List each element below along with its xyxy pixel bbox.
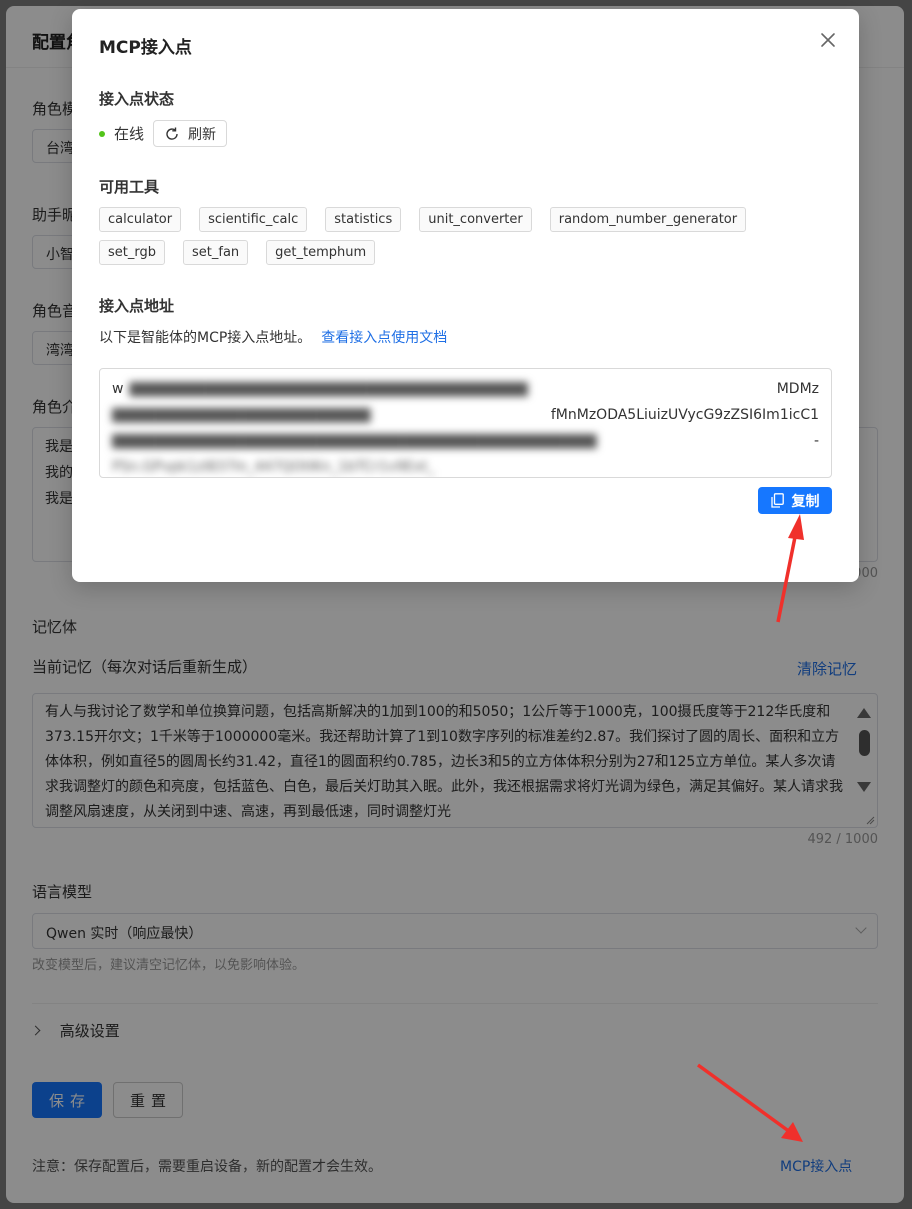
arrow-to-mcp-link-icon [696, 1063, 803, 1142]
annotation-arrows [696, 514, 804, 1142]
arrow-to-copy-icon [776, 514, 804, 623]
